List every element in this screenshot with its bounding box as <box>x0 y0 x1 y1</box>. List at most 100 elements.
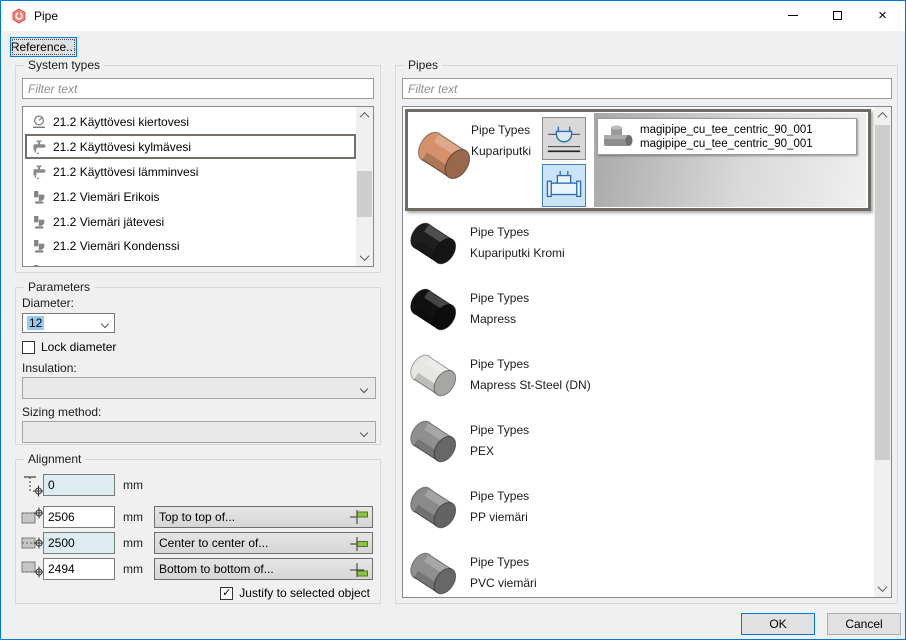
elevation-input[interactable] <box>43 474 115 496</box>
diameter-label: Diameter: <box>22 296 74 310</box>
pipe-item-pex[interactable]: Pipe Types PEX <box>403 416 873 476</box>
top-to-top-label: Top to top of... <box>159 510 235 524</box>
saddle-connection-icon <box>545 121 583 157</box>
top-to-top-button[interactable]: Top to top of... <box>154 506 373 528</box>
justify-row[interactable]: ✓ Justify to selected object <box>220 586 370 600</box>
pipe-dialog: Pipe × Reference... System types 21.2 Kä… <box>0 0 906 640</box>
pipes-filter-input[interactable] <box>402 78 892 99</box>
justify-checkbox[interactable]: ✓ <box>220 587 233 600</box>
chevron-down-icon <box>878 582 888 592</box>
pipes-scrollbar[interactable] <box>874 107 891 597</box>
fitting-item[interactable]: magipipe_cu_tee_centric_90_001 magipipe_… <box>597 118 857 155</box>
tee-connection-icon <box>545 168 583 204</box>
top-offset-input[interactable] <box>43 506 115 528</box>
chevron-up-icon <box>360 112 370 122</box>
pipe-item-kupariputki-kromi[interactable]: Pipe Types Kupariputki Kromi <box>403 218 873 278</box>
system-type-row-kylmavesi[interactable]: 21.2 Käyttövesi kylmävesi <box>25 134 356 159</box>
center-to-center-label: Center to center of... <box>159 536 268 550</box>
pipe-item-mapress-st-steel[interactable]: Pipe Types Mapress St-Steel (DN) <box>403 350 873 410</box>
pipe-item-pp-viemari[interactable]: Pipe Types PP viemäri <box>403 482 873 542</box>
diameter-value: 12 <box>27 316 44 330</box>
scroll-down-button[interactable] <box>356 249 373 266</box>
ok-button-label: OK <box>769 617 786 631</box>
diameter-combobox[interactable]: 12 <box>22 313 115 333</box>
system-type-row-erikois[interactable]: 21.2 Viemäri Erikois <box>25 184 356 209</box>
center-to-center-button[interactable]: Center to center of... <box>154 532 373 554</box>
tee-connection-button[interactable] <box>542 164 586 207</box>
system-type-row-jatevesi[interactable]: 21.2 Viemäri jätevesi <box>25 209 356 234</box>
pipe-cylinder-black <box>405 284 463 336</box>
pipe-item-line2: PP viemäri <box>470 507 529 528</box>
chevron-down-icon <box>360 251 370 261</box>
bottom-to-bottom-button[interactable]: Bottom to bottom of... <box>154 558 373 580</box>
pipes-group: Pipes Pipe Types Kupariputki <box>395 65 898 604</box>
system-types-group-label: System types <box>24 58 104 72</box>
maximize-button[interactable] <box>815 1 860 30</box>
system-type-label: 21.2 Käyttövesi kylmävesi <box>53 140 191 154</box>
system-type-row-lamminvesi[interactable]: 21.2 Käyttövesi lämminvesi <box>25 159 356 184</box>
alignment-group-label: Alignment <box>24 452 85 466</box>
insulation-select[interactable] <box>22 377 376 399</box>
scrollbar-thumb[interactable] <box>875 125 890 460</box>
fitting-name-1: magipipe_cu_tee_centric_90_001 <box>640 123 813 137</box>
close-button[interactable]: × <box>860 1 905 30</box>
lock-diameter-row[interactable]: Lock diameter <box>22 340 116 354</box>
app-logo-icon <box>11 8 27 24</box>
system-types-scrollbar[interactable] <box>356 107 373 266</box>
pipe-item-pvc-viemari[interactable]: Pipe Types PVC viemäri <box>403 548 873 598</box>
pipe-item-line1: Pipe Types <box>470 354 591 375</box>
pipe-card-text: Pipe Types Kupariputki <box>471 120 531 162</box>
justify-label: Justify to selected object <box>239 586 370 600</box>
top-offset-unit: mm <box>123 510 143 524</box>
pipe-item-line2: PEX <box>470 441 529 462</box>
bottom-offset-unit: mm <box>123 562 143 576</box>
pipe-card-line2: Kupariputki <box>471 141 531 162</box>
lock-diameter-label: Lock diameter <box>41 340 116 354</box>
chevron-up-icon <box>878 112 888 122</box>
center-offset-input[interactable] <box>43 532 115 554</box>
align-top-target-icon <box>349 509 369 527</box>
ok-button[interactable]: OK <box>741 613 815 635</box>
system-type-row-kondenssi[interactable]: 21.2 Viemäri Kondenssi <box>25 233 356 258</box>
title-bar: Pipe × <box>1 1 905 31</box>
tee-fitting-image <box>602 124 634 150</box>
system-type-row-rasva[interactable]: 21.2 Viemäri rasva <box>25 258 356 267</box>
system-type-label: 21.2 Käyttövesi lämminvesi <box>53 165 198 179</box>
bottom-offset-input[interactable] <box>43 558 115 580</box>
cancel-button[interactable]: Cancel <box>827 613 901 635</box>
pipe-item-line1: Pipe Types <box>470 486 529 507</box>
toilet-icon <box>31 238 47 254</box>
pipes-group-label: Pipes <box>404 58 442 72</box>
parameters-group-label: Parameters <box>24 280 94 294</box>
maximize-icon <box>833 11 842 20</box>
scroll-down-button[interactable] <box>874 580 891 597</box>
scroll-up-button[interactable] <box>874 107 891 124</box>
pipe-cylinder-steel <box>405 350 463 402</box>
reference-button[interactable]: Reference... <box>10 37 77 57</box>
align-center-target-icon <box>349 535 369 553</box>
system-type-label: 21.2 Viemäri jätevesi <box>53 215 164 229</box>
align-bottom-target-icon <box>349 561 369 579</box>
system-types-filter-input[interactable] <box>22 78 374 99</box>
elevation-unit: mm <box>123 478 143 492</box>
saddle-connection-button[interactable] <box>542 117 586 160</box>
alignment-group: Alignment mm mm Top to top of... <box>15 459 381 604</box>
scroll-up-button[interactable] <box>356 107 373 124</box>
lock-diameter-checkbox[interactable] <box>22 341 35 354</box>
system-type-label: 21.2 Viemäri Kondenssi <box>53 239 180 253</box>
pipe-card-kupariputki[interactable]: Pipe Types Kupariputki <box>405 109 871 211</box>
pipe-item-line2: Mapress <box>470 309 529 330</box>
fitting-name-2: magipipe_cu_tee_centric_90_001 <box>640 137 813 151</box>
faucet-cold-icon <box>31 139 47 155</box>
sizing-method-select[interactable] <box>22 421 376 443</box>
pipe-cylinder-copper <box>412 126 478 186</box>
sizing-method-label: Sizing method: <box>22 405 101 419</box>
system-type-row-kiertovesi[interactable]: 21.2 Käyttövesi kiertovesi <box>25 109 356 134</box>
window-title: Pipe <box>34 9 58 23</box>
pipe-item-mapress[interactable]: Pipe Types Mapress <box>403 284 873 344</box>
system-type-label: 21.2 Viemäri rasva <box>53 264 153 268</box>
pipe-item-line1: Pipe Types <box>470 222 565 243</box>
reference-button-label: Reference... <box>11 40 76 54</box>
minimize-button[interactable] <box>770 1 815 30</box>
scrollbar-thumb[interactable] <box>357 171 372 217</box>
